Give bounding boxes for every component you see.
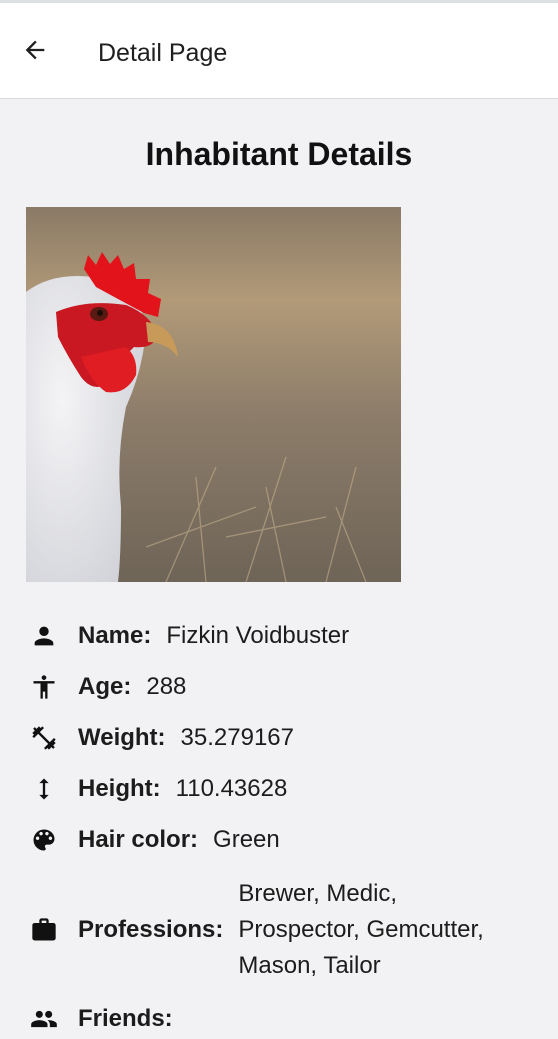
detail-value: 35.279167 — [180, 723, 294, 751]
detail-row-weight: Weight: 35.279167 — [26, 712, 546, 763]
detail-label: Professions: — [78, 916, 224, 943]
briefcase-icon — [26, 913, 62, 947]
back-button[interactable] — [14, 31, 56, 73]
detail-value: Brewer, Medic, Prospector, Gemcutter, Ma… — [238, 880, 484, 979]
page-title: Inhabitant Details — [145, 136, 413, 172]
person-icon — [26, 619, 62, 653]
height-arrows-icon — [26, 772, 62, 806]
inhabitant-photo — [26, 207, 401, 582]
detail-value: Fizkin Voidbuster — [166, 621, 350, 649]
detail-value: Green — [213, 825, 280, 853]
details-list: Name: Fizkin Voidbuster Age: 288 Weight:… — [26, 610, 546, 1039]
detail-label: Age: — [78, 672, 132, 700]
detail-label: Height: — [78, 774, 161, 802]
people-icon — [26, 1002, 62, 1036]
detail-label: Hair color: — [78, 825, 199, 853]
detail-row-age: Age: 288 — [26, 661, 546, 712]
detail-value: 110.43628 — [175, 774, 288, 802]
detail-label: Name: — [78, 621, 152, 649]
detail-row-professions: Professions: Brewer, Medic, Prospector, … — [26, 871, 546, 989]
dumbbell-icon — [26, 721, 62, 755]
detail-row-friends: Friends: — [26, 999, 546, 1039]
app-bar-title: Detail Page — [98, 39, 228, 67]
detail-row-name: Name: Fizkin Voidbuster — [26, 610, 546, 661]
detail-label: Weight: — [78, 723, 166, 751]
palette-icon — [26, 823, 62, 857]
detail-label: Friends: — [78, 1005, 173, 1032]
accessibility-icon — [26, 670, 62, 704]
app-bar: Detail Page — [0, 0, 558, 99]
detail-row-height: Height: 110.43628 — [26, 763, 546, 814]
detail-row-hair-color: Hair color: Green — [26, 814, 546, 865]
detail-value: 288 — [146, 672, 187, 700]
arrow-left-icon — [21, 36, 49, 69]
